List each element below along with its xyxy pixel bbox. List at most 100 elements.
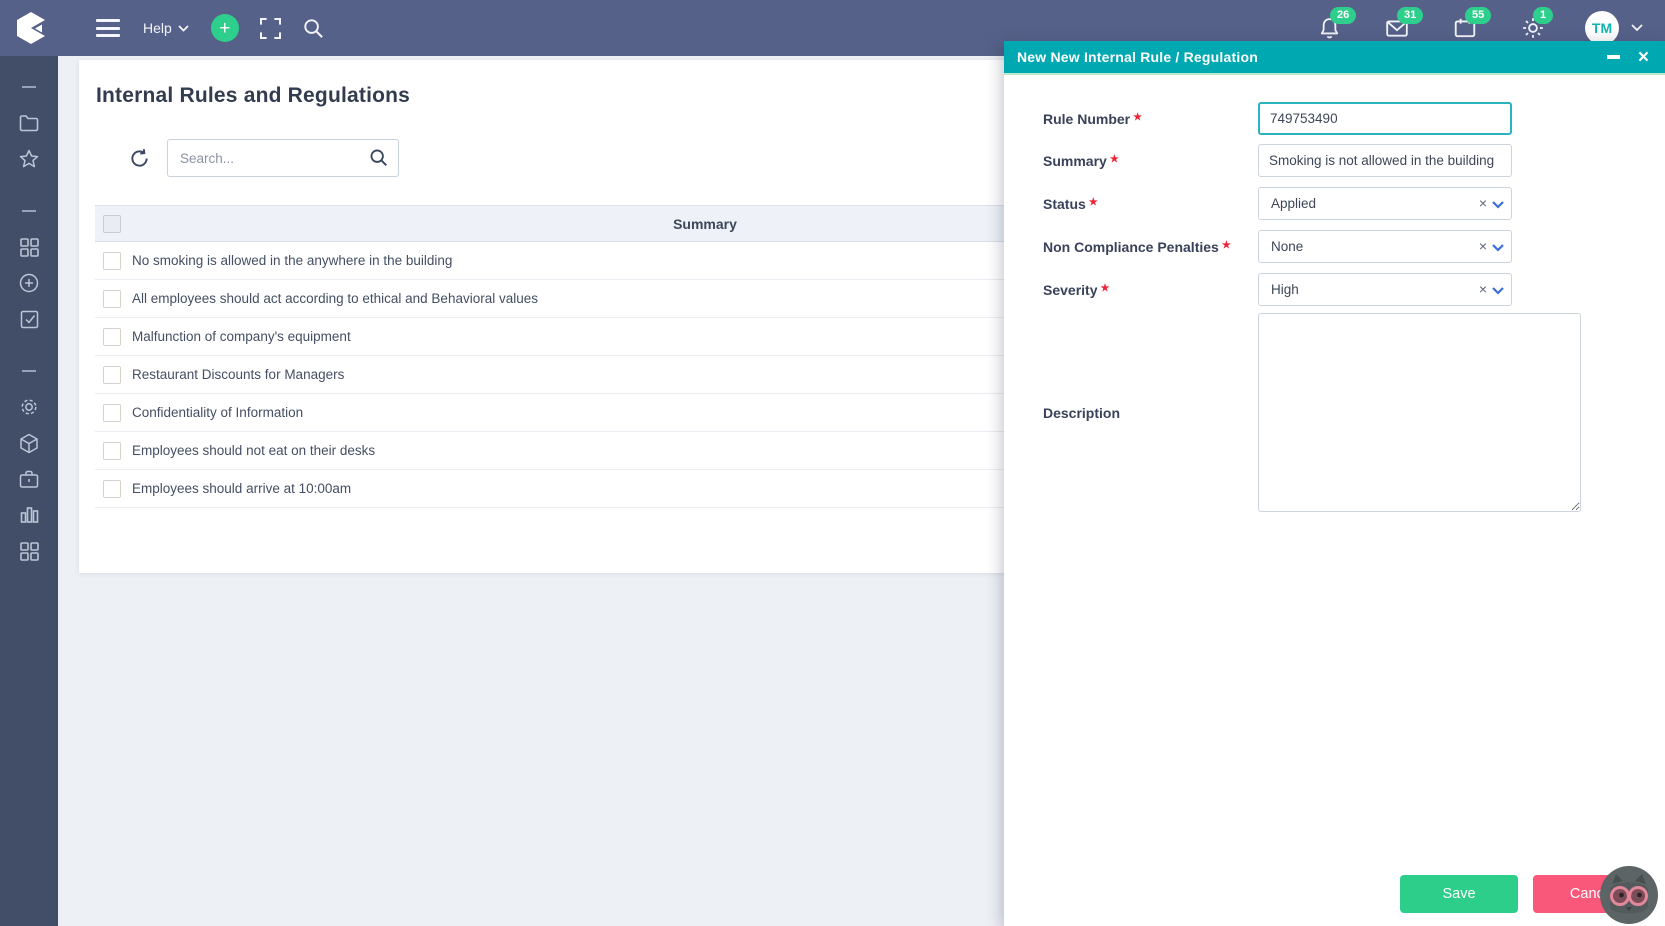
owl-mascot-icon [1600, 866, 1658, 924]
row-summary: No smoking is allowed in the anywhere in… [132, 253, 453, 268]
package-icon [20, 433, 38, 453]
save-button[interactable]: Save [1400, 875, 1518, 913]
penalties-value: None [1271, 239, 1304, 254]
status-label: Status ★ [1043, 195, 1098, 212]
menu-toggle-icon[interactable] [96, 19, 120, 37]
sidebar-item-dashboard[interactable] [11, 229, 47, 265]
summary-input[interactable] [1258, 144, 1512, 177]
user-menu-chevron-icon[interactable] [1631, 24, 1643, 32]
alerts-badge: 1 [1533, 7, 1554, 24]
select-all-checkbox[interactable] [103, 214, 121, 233]
messages-badge: 31 [1397, 7, 1424, 24]
sidebar-item-apps[interactable] [11, 533, 47, 569]
notifications-button[interactable]: 26 [1318, 7, 1357, 40]
penalties-select[interactable]: None × [1258, 230, 1512, 263]
sidebar-item-work[interactable] [11, 461, 47, 497]
field-row-penalties: Non Compliance Penalties ★ None × [1043, 230, 1665, 263]
modal-header: New New Internal Rule / Regulation × [1004, 41, 1665, 75]
navbar-left: Help + [0, 11, 324, 45]
calendar-button[interactable]: 55 [1453, 7, 1492, 40]
penalties-label: Non Compliance Penalties ★ [1043, 238, 1231, 255]
bar-chart-icon [20, 507, 38, 523]
chevron-down-icon[interactable] [1492, 201, 1504, 209]
row-summary: All employees should act according to et… [132, 291, 538, 306]
field-row-status: Status ★ Applied × [1043, 187, 1665, 220]
search-input[interactable] [167, 139, 399, 177]
description-textarea[interactable] [1258, 313, 1581, 512]
briefcase-icon [19, 470, 39, 488]
app-window: Help + 26 31 55 1 TM Internal Rules and … [0, 0, 1665, 926]
folder-icon [19, 115, 39, 132]
messages-button[interactable]: 31 [1385, 7, 1424, 40]
severity-value: High [1271, 282, 1299, 297]
alerts-button[interactable]: 1 [1521, 7, 1554, 40]
row-summary: Malfunction of company's equipment [132, 329, 351, 344]
sidebar-item-folder[interactable] [11, 105, 47, 141]
search-submit-icon[interactable] [369, 148, 389, 173]
summary-label: Summary ★ [1043, 152, 1119, 169]
plus-circle-icon [19, 273, 39, 293]
assistant-mascot-widget[interactable] [1600, 866, 1658, 924]
add-new-button[interactable]: + [210, 14, 239, 42]
check-square-icon [20, 310, 38, 328]
field-row-summary: Summary ★ [1043, 144, 1665, 177]
list-menu-icon[interactable] [96, 150, 118, 166]
sidebar-divider [11, 69, 47, 105]
fullscreen-icon[interactable] [259, 17, 281, 39]
user-avatar[interactable]: TM [1585, 11, 1619, 45]
required-icon: ★ [1088, 196, 1098, 208]
required-icon: ★ [1109, 153, 1119, 165]
new-rule-modal: New New Internal Rule / Regulation × Rul… [1004, 41, 1665, 926]
required-icon: ★ [1100, 282, 1110, 294]
sidebar-item-favorites[interactable] [11, 141, 47, 177]
help-menu[interactable]: Help [143, 20, 189, 36]
sidebar-item-settings[interactable] [11, 389, 47, 425]
search-icon[interactable] [303, 18, 324, 39]
navbar-right: 26 31 55 1 TM [1274, 7, 1643, 45]
row-summary: Confidentiality of Information [132, 405, 304, 420]
notifications-badge: 26 [1330, 7, 1357, 24]
sidebar-item-reports[interactable] [11, 497, 47, 533]
status-select[interactable]: Applied × [1258, 187, 1512, 220]
clear-icon[interactable]: × [1479, 196, 1487, 210]
required-icon: ★ [1133, 111, 1143, 123]
field-row-severity: Severity ★ High × [1043, 273, 1665, 306]
severity-label: Severity ★ [1043, 281, 1110, 298]
severity-select[interactable]: High × [1258, 273, 1512, 306]
rule-number-input[interactable] [1258, 102, 1512, 135]
sidebar-item-products[interactable] [11, 425, 47, 461]
apps-grid-icon [19, 541, 39, 561]
row-checkbox[interactable] [103, 441, 121, 460]
field-row-rule-number: Rule Number ★ [1043, 102, 1665, 135]
refresh-icon[interactable] [129, 148, 150, 169]
calendar-badge: 55 [1465, 7, 1492, 24]
status-value: Applied [1271, 196, 1317, 211]
page-title: Internal Rules and Regulations [96, 84, 411, 107]
list-toolbar [96, 139, 399, 177]
row-checkbox[interactable] [103, 289, 121, 308]
minimize-icon[interactable] [1606, 55, 1620, 59]
row-checkbox[interactable] [103, 479, 121, 498]
chevron-down-icon[interactable] [1492, 287, 1504, 295]
sidebar-item-create[interactable] [11, 265, 47, 301]
close-icon[interactable]: × [1638, 48, 1649, 67]
rule-number-label: Rule Number ★ [1043, 110, 1143, 127]
clear-icon[interactable]: × [1479, 282, 1487, 296]
list-search [167, 139, 399, 177]
sidebar-divider [11, 193, 47, 229]
required-icon: ★ [1221, 239, 1231, 251]
row-checkbox[interactable] [103, 251, 121, 270]
modal-footer: Save Cancel [1004, 875, 1665, 913]
dashboard-grid-icon [19, 237, 39, 257]
modal-title: New New Internal Rule / Regulation [1017, 49, 1258, 65]
field-row-description: Description [1043, 313, 1665, 512]
row-checkbox[interactable] [103, 403, 121, 422]
sidebar-item-tasks[interactable] [11, 301, 47, 337]
row-checkbox[interactable] [103, 365, 121, 384]
row-summary: Employees should arrive at 10:00am [132, 481, 352, 496]
clear-icon[interactable]: × [1479, 239, 1487, 253]
row-checkbox[interactable] [103, 327, 121, 346]
description-label: Description [1043, 404, 1121, 421]
help-label: Help [143, 20, 172, 36]
chevron-down-icon[interactable] [1492, 244, 1504, 252]
